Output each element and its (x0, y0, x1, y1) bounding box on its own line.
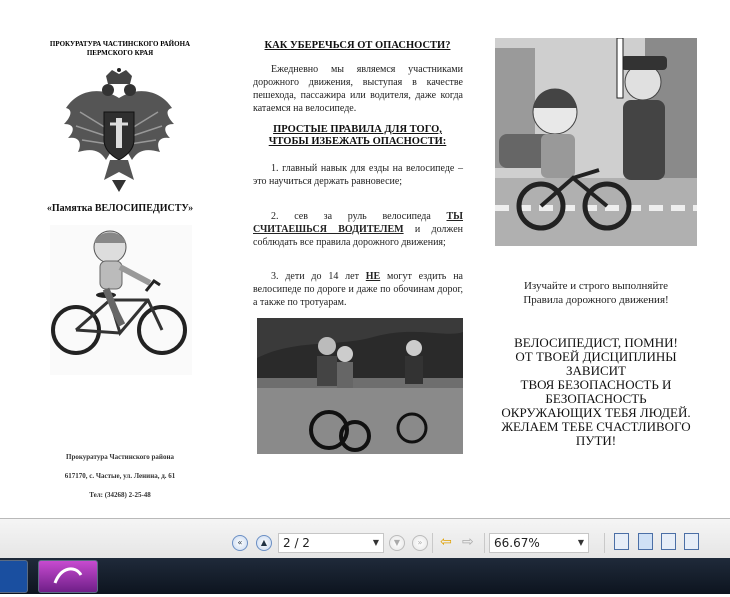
study-line1: Изучайте и строго выполняйте (523, 280, 669, 292)
next-page-icon[interactable]: ▼ (389, 535, 405, 551)
page-number-field[interactable]: 2 / 2 ▼ (278, 533, 384, 553)
chevron-down-icon[interactable]: ▼ (578, 534, 584, 552)
footer-phone: Тел: (34268) 2-25-48 (89, 491, 151, 499)
children-cycling-photo (257, 318, 463, 454)
footer-address: 617170, с. Частые, ул. Ленина, д. 61 (64, 472, 176, 480)
page-number-value: 2 / 2 (283, 536, 310, 550)
heading-simple-rules: ПРОСТЫЕ ПРАВИЛА ДЛЯ ТОГО, ЧТОБЫ ИЗБЕЖАТЬ… (250, 124, 465, 148)
remember-message: ВЕЛОСИПЕДИСТ, ПОМНИ! ОТ ТВОЕЙ ДИСЦИПЛИНЫ… (490, 336, 702, 448)
single-page-view-icon[interactable] (614, 533, 629, 550)
remember-line: ОКРУЖАЮЩИХ ТЕБЯ ЛЮДЕЙ. (501, 405, 691, 420)
intro-paragraph: Ежедневно мы являемся участниками дорожн… (253, 64, 463, 114)
cyclist-child-illustration (50, 225, 192, 375)
coat-of-arms-emblem (60, 68, 178, 194)
taskbar (0, 558, 730, 594)
remember-line: ЖЕЛАЕМ ТЕБЕ СЧАСТЛИВОГО (501, 419, 691, 434)
rule-2: 2. сев за руль велосипеда ТЫ СЧИТАЕШЬСЯ … (253, 210, 463, 249)
rule-3-highlight: НЕ (365, 271, 381, 282)
rule-3: 3. дети до 14 лет НЕ могут ездить на вел… (253, 270, 463, 309)
left-footer: Прокуратура Частинского района 617170, с… (30, 448, 210, 505)
rule-1: 1. главный навык для езды на велосипеде … (253, 163, 463, 187)
toolbar-divider (432, 533, 433, 553)
remember-line: ОТ ТВОЕЙ ДИСЦИПЛИНЫ (515, 349, 677, 364)
remember-line: ЗАВИСИТ (566, 363, 626, 378)
memo-title: «Памятка ВЕЛОСИПЕДИСТУ» (46, 203, 194, 214)
heading-simple-rules-line2: ЧТОБЫ ИЗБЕЖАТЬ ОПАСНОСТИ: (268, 136, 447, 147)
org-header: ПРОКУРАТУРА ЧАСТИНСКОГО РАЙОНА ПЕРМСКОГО… (30, 40, 210, 58)
rule-3-text-a: 3. дети до 14 лет (271, 271, 366, 282)
zoom-value: 66.67% (494, 536, 540, 550)
chevron-down-icon[interactable]: ▼ (373, 534, 379, 552)
facing-view-icon[interactable] (661, 533, 676, 550)
zoom-select[interactable]: 66.67% ▼ (489, 533, 589, 553)
heading-how-to-avoid: КАК УБЕРЕЧЬСЯ ОТ ОПАСНОСТИ? (264, 40, 451, 51)
remember-line: ПУТИ! (575, 433, 617, 448)
remember-line: ТВОЯ БЕЗОПАСНОСТЬ И (520, 377, 672, 392)
remember-line: БЕЗОПАСНОСТЬ (545, 391, 647, 406)
heading-simple-rules-line1: ПРОСТЫЕ ПРАВИЛА ДЛЯ ТОГО, (273, 124, 442, 135)
continuous-view-icon[interactable] (638, 533, 653, 550)
toolbar-divider (484, 533, 485, 553)
document-page: ПРОКУРАТУРА ЧАСТИНСКОГО РАЙОНА ПЕРМСКОГО… (0, 0, 730, 518)
org-line1: ПРОКУРАТУРА ЧАСТИНСКОГО РАЙОНА (49, 40, 191, 48)
policeman-child-bike-illustration (495, 37, 697, 246)
footer-org: Прокуратура Частинского района (66, 453, 174, 461)
first-page-icon[interactable]: « (232, 535, 248, 551)
onenote-app-icon[interactable] (38, 560, 98, 593)
previous-page-icon[interactable]: ▲ (256, 535, 272, 551)
continuous-facing-view-icon[interactable] (684, 533, 699, 550)
back-arrow-icon[interactable]: ⇦ (440, 534, 452, 550)
study-rules-text: Изучайте и строго выполняйте Правила дор… (492, 279, 700, 307)
word-app-icon[interactable] (0, 560, 28, 593)
org-line2: ПЕРМСКОГО КРАЯ (86, 49, 154, 57)
rule-2-text-a: 2. сев за руль велосипеда (271, 211, 447, 222)
toolbar-divider (604, 533, 605, 553)
last-page-icon[interactable]: » (412, 535, 428, 551)
forward-arrow-icon[interactable]: ⇨ (462, 534, 474, 550)
remember-line: ВЕЛОСИПЕДИСТ, ПОМНИ! (514, 335, 678, 350)
study-line2: Правила дорожного движения! (523, 294, 669, 306)
